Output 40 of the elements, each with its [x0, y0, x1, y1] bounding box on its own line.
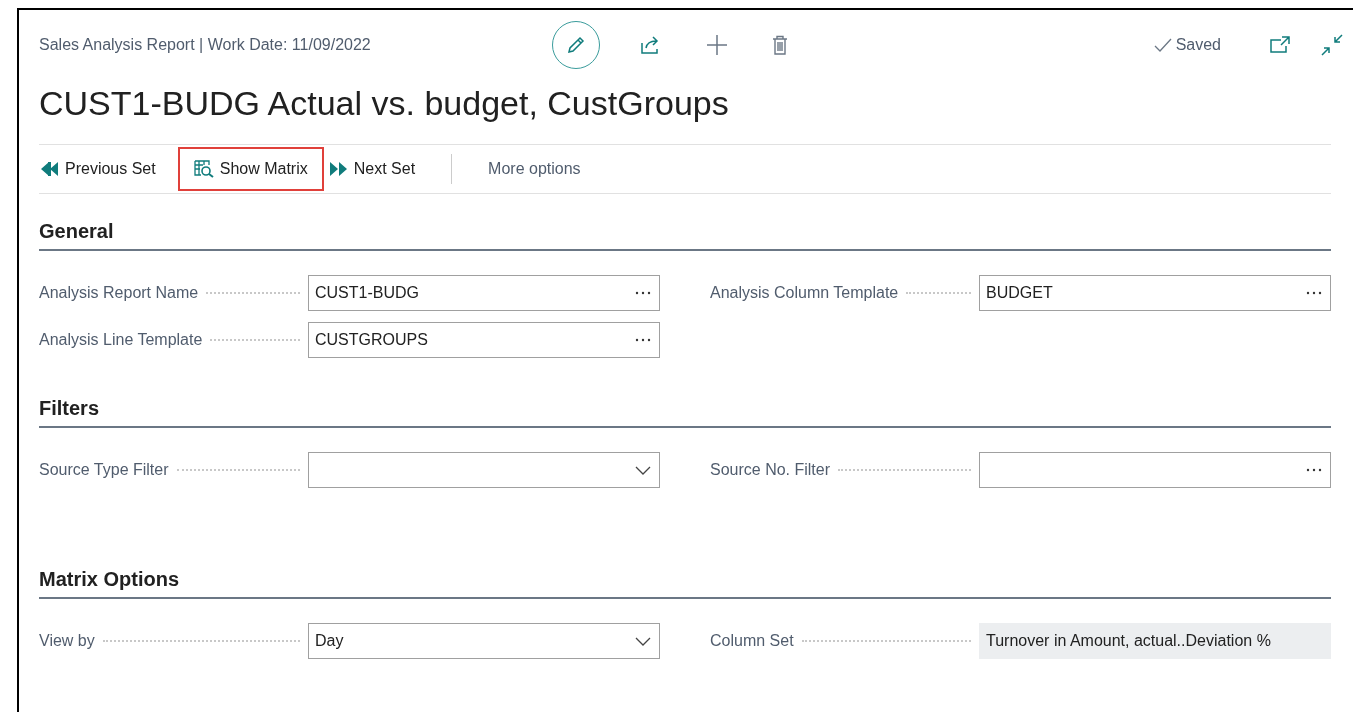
dropdown-field[interactable]: Day [308, 623, 660, 659]
saved-status: Saved [1175, 36, 1221, 54]
field-label: Source No. Filter [710, 461, 831, 479]
field-label: Analysis Column Template [710, 284, 899, 302]
lookup-field[interactable]: CUSTGROUPS [308, 322, 660, 358]
next-button[interactable]: Next Set [327, 147, 432, 191]
more-options-link[interactable]: More options [456, 147, 597, 191]
lookup-field[interactable] [979, 452, 1331, 488]
chevron-down-icon[interactable] [635, 465, 651, 475]
page-subtitle: Sales Analysis Report | Work Date: 11/09/2022 [39, 36, 372, 54]
matrix-search-icon [193, 160, 214, 178]
matrix-button[interactable]: Show Matrix [177, 147, 324, 191]
edit-button[interactable] [552, 21, 600, 69]
field-label: View by [39, 632, 95, 650]
ellipsis-icon[interactable] [1306, 291, 1322, 295]
rewind-icon [41, 162, 59, 176]
collapse-icon[interactable] [1321, 34, 1343, 56]
ellipsis-icon[interactable] [1306, 468, 1322, 472]
field-label: Source Type Filter [39, 461, 169, 479]
ellipsis-icon[interactable] [635, 291, 651, 295]
delete-icon[interactable] [772, 35, 788, 55]
add-icon[interactable] [706, 34, 728, 56]
field-label: Column Set [710, 632, 794, 650]
lookup-field[interactable]: CUST1-BUDG [308, 275, 660, 311]
dropdown-field[interactable] [308, 452, 660, 488]
section-heading: Matrix Options [39, 568, 1331, 599]
field-label: Analysis Report Name [39, 284, 199, 302]
chevron-down-icon[interactable] [635, 636, 651, 646]
field-label: Analysis Line Template [39, 331, 203, 349]
checkmark-icon [1153, 38, 1172, 52]
open-new-window-icon[interactable] [1269, 36, 1291, 54]
section-heading: General [39, 220, 1331, 251]
previous-button[interactable]: Previous Set [39, 147, 172, 191]
section-heading: Filters [39, 397, 1331, 428]
pencil-icon [565, 34, 587, 56]
ellipsis-icon[interactable] [635, 338, 651, 342]
page-title: CUST1-BUDG Actual vs. budget, CustGroups [39, 84, 730, 124]
fast-forward-icon [329, 162, 348, 176]
lookup-field[interactable]: BUDGET [979, 275, 1331, 311]
readonly-field: Turnover in Amount, actual..Deviation % [979, 623, 1331, 659]
